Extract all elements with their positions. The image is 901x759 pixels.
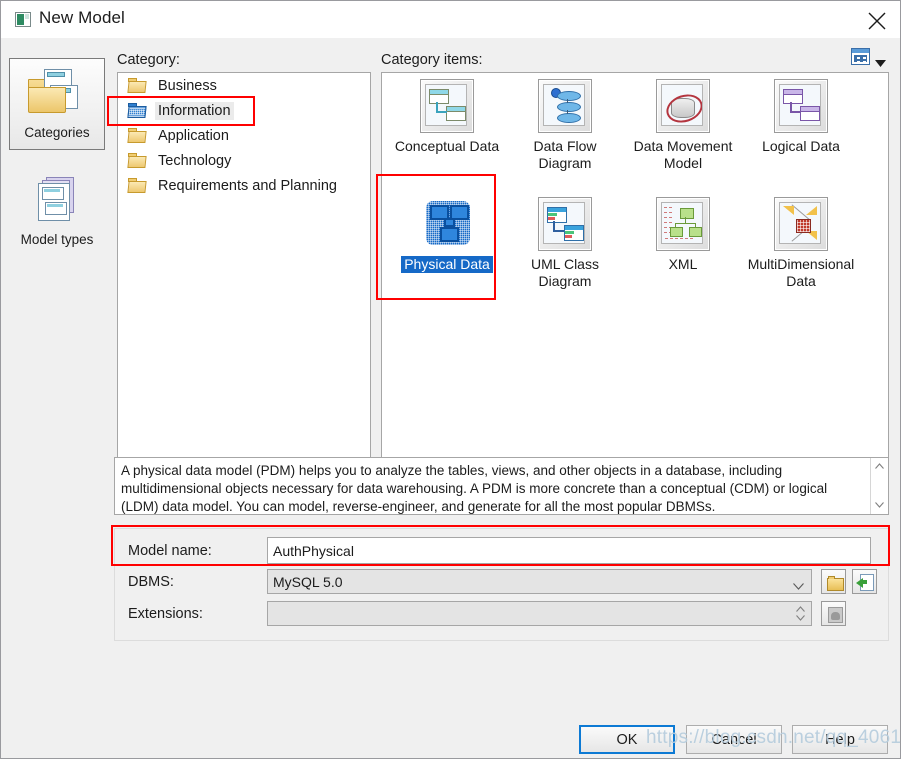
category-item-label: Data Movement Model (633, 138, 733, 171)
scroll-up-icon[interactable] (871, 458, 888, 475)
category-caption: Category: (117, 52, 180, 68)
dbms-select[interactable]: MySQL 5.0 (267, 569, 812, 594)
category-item-data-movement-model[interactable]: Data Movement Model (624, 79, 742, 173)
model-name-input[interactable]: AuthPhysical (267, 537, 871, 564)
category-item-data-flow-diagram[interactable]: Data Flow Diagram (506, 79, 624, 173)
category-item-uml-class-diagram[interactable]: UML Class Diagram (506, 197, 624, 291)
category-item-label: Technology (158, 152, 232, 169)
view-mode-toggle[interactable] (851, 48, 893, 68)
category-item-label: Business (158, 77, 217, 94)
spinner-updown-icon[interactable] (796, 605, 805, 627)
folder-icon (127, 152, 147, 169)
sidebar-item-label: Categories (24, 125, 90, 140)
category-item-label: MultiDimensional Data (747, 256, 855, 289)
category-item-label: UML Class Diagram (531, 256, 599, 289)
scroll-down-icon[interactable] (871, 497, 888, 514)
title-bar: New Model (1, 1, 900, 38)
extensions-label: Extensions: (128, 606, 203, 622)
category-item-multidimensional-data[interactable]: MultiDimensional Data (742, 197, 860, 291)
window-title: New Model (39, 8, 125, 27)
category-list-item-application[interactable]: Application (118, 123, 370, 148)
close-button[interactable] (854, 1, 900, 37)
cancel-button[interactable]: Cancel (686, 725, 782, 754)
uml-class-diagram-icon (538, 197, 592, 251)
category-items-caption: Category items: (381, 52, 483, 68)
dialog-body: Categories Model types Category: Busines… (1, 38, 900, 758)
folder-open-icon (825, 573, 844, 591)
folder-icon (127, 127, 147, 144)
left-nav: Categories Model types (9, 58, 105, 658)
conceptual-data-icon (420, 79, 474, 133)
folder-documents-icon (22, 65, 92, 123)
category-item-physical-data[interactable]: Physical Data (388, 197, 506, 274)
dbms-label: DBMS: (128, 574, 174, 590)
description-box: A physical data model (PDM) helps you to… (114, 457, 889, 515)
description-text: A physical data model (PDM) helps you to… (121, 463, 828, 514)
category-item-label: Information (155, 101, 234, 120)
model-settings-group: Model name: AuthPhysical DBMS: MySQL 5.0… (114, 528, 889, 641)
category-item-label: Conceptual Data (394, 138, 500, 154)
folder-information-icon (127, 102, 147, 119)
sidebar-item-label: Model types (20, 232, 94, 247)
new-model-dialog: New Model Categories Model types Categor… (0, 0, 901, 759)
extensions-button[interactable] (821, 601, 846, 626)
data-flow-diagram-icon (538, 79, 592, 133)
extension-disabled-icon (825, 605, 843, 623)
category-list-item-technology[interactable]: Technology (118, 148, 370, 173)
sidebar-item-model-types[interactable]: Model types (9, 166, 105, 254)
extensions-input[interactable] (267, 601, 812, 626)
description-scrollbar[interactable] (870, 458, 888, 514)
sidebar-item-categories[interactable]: Categories (9, 58, 105, 150)
category-list-item-business[interactable]: Business (118, 73, 370, 98)
close-icon (868, 12, 886, 30)
category-item-label: Physical Data (401, 256, 493, 273)
folder-icon (127, 77, 147, 94)
dbms-browse-button[interactable] (821, 569, 846, 594)
folder-icon (127, 177, 147, 194)
category-list[interactable]: Business Information Application Technol… (117, 72, 371, 478)
dbms-import-button[interactable] (852, 569, 877, 594)
category-item-label: Application (158, 127, 229, 144)
category-item-xml[interactable]: XML (624, 197, 742, 274)
green-arrow-page-icon (856, 573, 874, 591)
ok-button[interactable]: OK (579, 725, 675, 754)
category-item-label: Data Flow Diagram (533, 138, 597, 171)
model-icon (15, 12, 31, 27)
chevron-down-icon[interactable] (875, 54, 886, 72)
logical-data-icon (774, 79, 828, 133)
dbms-selected-value: MySQL 5.0 (273, 573, 343, 590)
xml-icon (656, 197, 710, 251)
data-movement-model-icon (656, 79, 710, 133)
model-name-label: Model name: (128, 543, 212, 559)
category-item-logical-data[interactable]: Logical Data (742, 79, 860, 156)
category-item-label: Logical Data (762, 138, 840, 154)
category-items-panel[interactable]: Conceptual Data Data Flow Diagram Data M… (381, 72, 889, 478)
category-item-label: XML (668, 256, 698, 272)
category-list-item-information[interactable]: Information (118, 98, 370, 123)
category-item-conceptual-data[interactable]: Conceptual Data (388, 79, 506, 156)
list-view-icon[interactable] (851, 48, 870, 65)
category-list-item-requirements-and-planning[interactable]: Requirements and Planning (118, 173, 370, 198)
help-button[interactable]: Help (792, 725, 888, 754)
multidimensional-data-icon (774, 197, 828, 251)
stacked-documents-icon (22, 172, 92, 230)
physical-data-icon (420, 197, 474, 251)
category-item-label: Requirements and Planning (158, 177, 337, 194)
chevron-down-icon[interactable] (793, 577, 804, 593)
